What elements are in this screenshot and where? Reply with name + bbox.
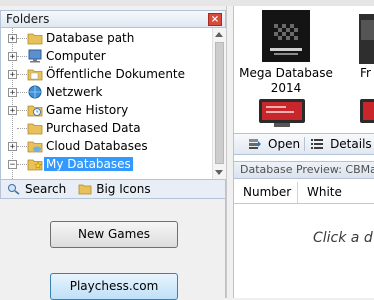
star-folder-icon bbox=[27, 159, 43, 171]
folder-icon bbox=[27, 69, 43, 81]
tree-item-label: My Databases bbox=[44, 157, 133, 171]
preview-grid-header: Number White bbox=[234, 182, 374, 204]
scroll-down-icon[interactable] bbox=[215, 170, 223, 175]
details-label: Details bbox=[330, 137, 372, 151]
folders-toolbar: Search Big Icons bbox=[0, 179, 226, 199]
expand-icon[interactable]: + bbox=[8, 69, 17, 79]
tree-item-label: Game History bbox=[46, 103, 129, 117]
database-label: Mega Database bbox=[239, 66, 333, 80]
expand-icon[interactable]: + bbox=[8, 141, 17, 151]
search-label: Search bbox=[25, 182, 67, 196]
mega-database-cover-icon bbox=[262, 10, 310, 62]
column-header-white[interactable]: White bbox=[298, 182, 374, 203]
monitor-database-icon bbox=[360, 99, 374, 123]
folder-tree: + Database path + Computer + Öffentliche… bbox=[0, 28, 226, 179]
scrollbar-thumb[interactable] bbox=[215, 42, 224, 164]
folders-panel-body: New Games Playchess.com bbox=[0, 199, 226, 300]
folder-icon bbox=[27, 33, 43, 45]
search-button[interactable]: Search bbox=[7, 182, 66, 196]
open-database-icon bbox=[249, 139, 261, 149]
big-icons-label: Big Icons bbox=[96, 182, 151, 196]
playchess-button[interactable]: Playchess.com bbox=[50, 273, 178, 300]
database-label-year: 2014 bbox=[270, 81, 302, 95]
scroll-up-icon[interactable] bbox=[215, 32, 223, 37]
expand-icon[interactable]: + bbox=[8, 87, 17, 97]
details-button[interactable]: Details bbox=[310, 137, 372, 151]
tree-item-computer[interactable]: + Computer bbox=[1, 47, 207, 65]
folders-panel-header: Folders × bbox=[0, 10, 226, 28]
tree-item-label: Purchased Data bbox=[46, 121, 141, 135]
folders-panel: Folders × + Database path + Computer + Ö… bbox=[0, 6, 232, 300]
tree-item-cloud-databases[interactable]: + Cloud Databases bbox=[1, 137, 207, 155]
tree-item-my-databases[interactable]: − My Databases bbox=[1, 155, 207, 173]
expand-icon[interactable]: + bbox=[8, 105, 17, 115]
databases-panel: Mega Database 2014 Fr Open Details Datab… bbox=[233, 6, 374, 298]
toolbar-separator bbox=[304, 137, 306, 151]
expand-icon[interactable]: + bbox=[8, 51, 17, 61]
database-icons-area: Mega Database 2014 Fr bbox=[234, 6, 374, 130]
tree-item-label: Netzwerk bbox=[46, 85, 103, 99]
tree-scrollbar[interactable] bbox=[212, 28, 226, 179]
database-toolbar: Open Details bbox=[234, 133, 374, 155]
database-label: Fr bbox=[360, 66, 371, 80]
open-label: Open bbox=[268, 137, 301, 151]
new-games-button[interactable]: New Games bbox=[50, 221, 178, 248]
cloud-folder-icon bbox=[27, 141, 43, 153]
folder-icon bbox=[27, 123, 43, 135]
search-icon bbox=[8, 184, 20, 195]
close-panel-button[interactable]: × bbox=[208, 12, 222, 26]
folder-icon bbox=[78, 184, 92, 195]
tree-item-label: Öffentliche Dokumente bbox=[46, 67, 186, 81]
database-preview-header: Database Preview: CBMain bbox=[234, 161, 374, 179]
tree-item-network[interactable]: + Netzwerk bbox=[1, 83, 207, 101]
tree-item-label: Cloud Databases bbox=[46, 139, 148, 153]
tree-item-public-documents[interactable]: + Öffentliche Dokumente bbox=[1, 65, 207, 83]
folders-panel-title: Folders bbox=[6, 12, 50, 26]
tree-item-purchased-data[interactable]: Purchased Data bbox=[1, 119, 207, 137]
big-icons-button[interactable]: Big Icons bbox=[78, 182, 151, 196]
column-header-number[interactable]: Number bbox=[234, 182, 298, 203]
network-icon bbox=[28, 85, 42, 99]
preview-hint-text: Click a d bbox=[313, 230, 373, 246]
monitor-database-icon[interactable] bbox=[256, 98, 308, 128]
history-icon bbox=[27, 105, 43, 117]
collapse-icon[interactable]: − bbox=[8, 159, 17, 169]
tree-item-game-history[interactable]: + Game History bbox=[1, 101, 207, 119]
tree-item-database-path[interactable]: + Database path bbox=[1, 29, 207, 47]
computer-icon bbox=[28, 49, 42, 63]
tree-item-label: Computer bbox=[46, 49, 106, 63]
open-button[interactable]: Open bbox=[248, 137, 300, 151]
tree-item-label: Database path bbox=[46, 31, 135, 45]
database-cover-icon bbox=[359, 14, 374, 64]
panel-splitter[interactable] bbox=[226, 6, 233, 298]
expand-icon[interactable]: + bbox=[8, 33, 17, 43]
details-list-icon bbox=[311, 139, 324, 149]
